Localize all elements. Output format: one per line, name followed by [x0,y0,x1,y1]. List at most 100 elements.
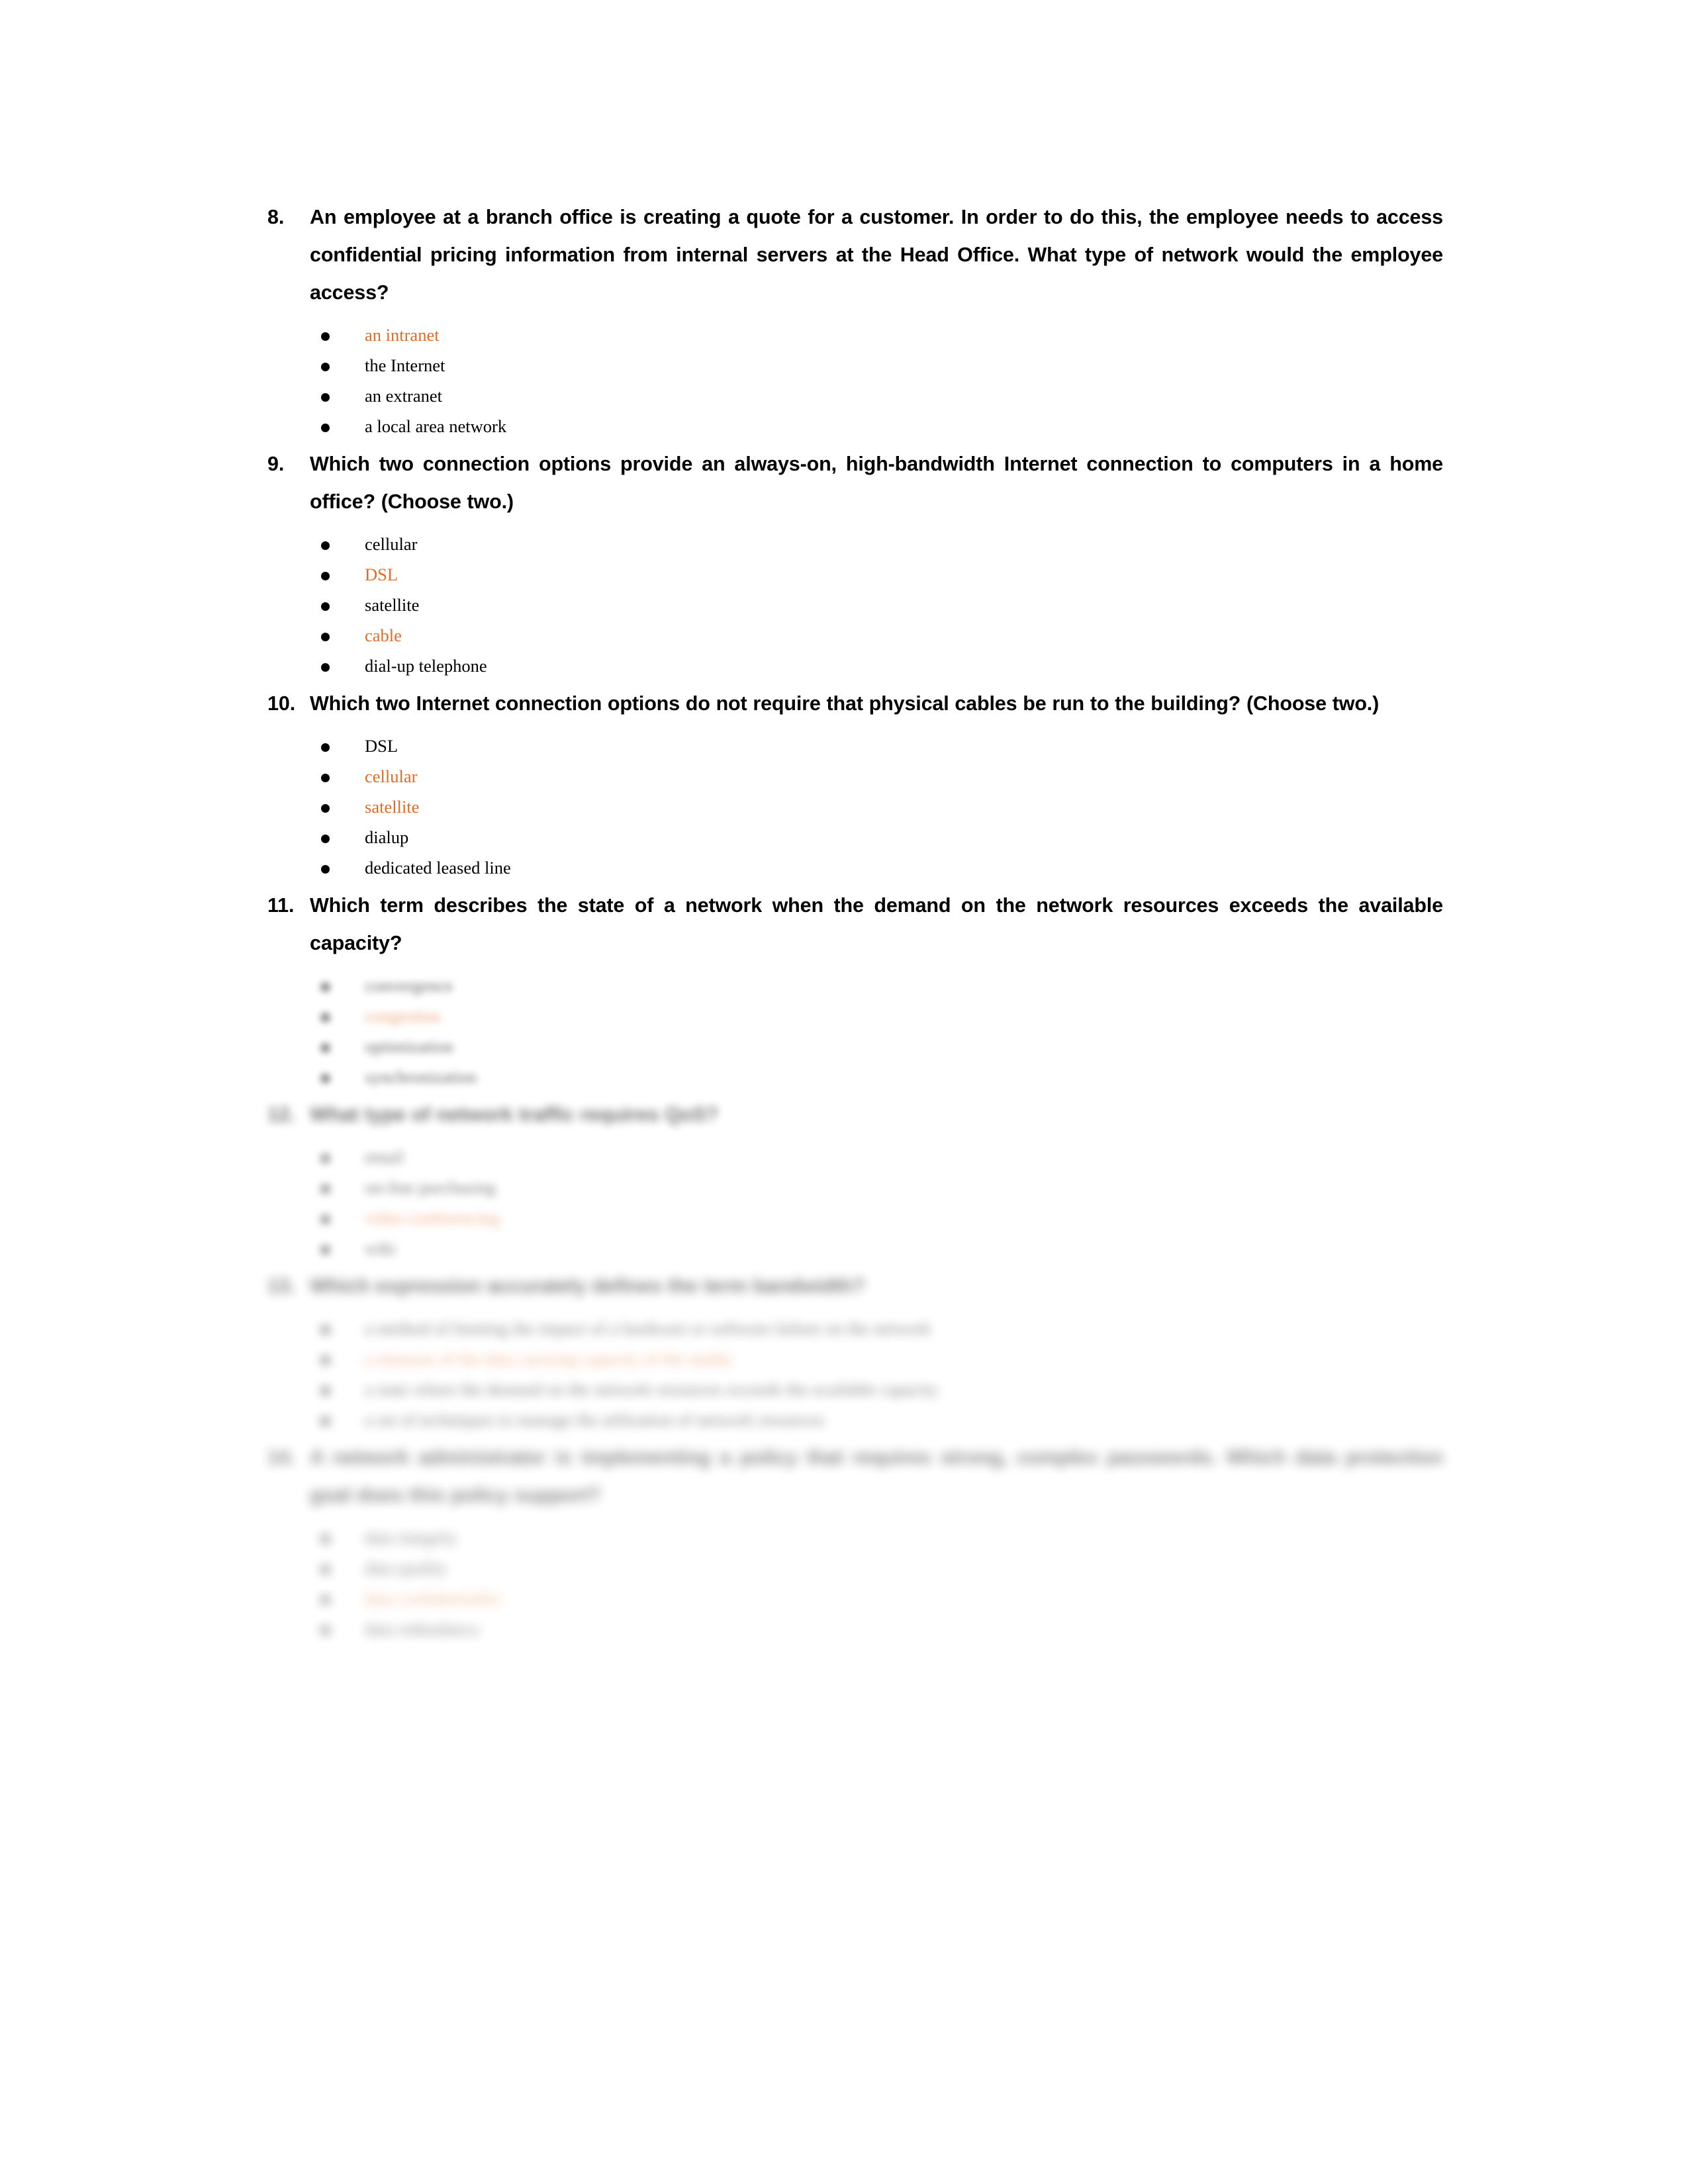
answer-option[interactable]: a set of techniques to manage the utiliz… [258,1404,1443,1435]
answer-option[interactable]: satellite [258,590,1443,620]
question-text: Which two Internet connection options do… [310,692,1380,715]
question-text: Which expression accurately defines the … [310,1275,865,1297]
question-number: 11. [267,894,295,917]
answer-option[interactable]: convergence [258,970,1443,1001]
bullet-dot-icon [321,1625,330,1635]
answer-option[interactable]: dialup [258,822,1443,852]
answer-option-label: DSL [365,736,399,756]
bullet-icon [258,1031,365,1062]
answer-option[interactable]: an intranet [258,320,1443,350]
answer-option[interactable]: data redundancy [258,1614,1443,1644]
answer-option-label-correct: video conferencing [365,1208,500,1228]
answer-option-label-correct: satellite [365,797,420,817]
answer-option[interactable]: DSL [258,731,1443,761]
question-block: 11. Which term describes the state of a n… [258,887,1443,1092]
answer-option[interactable]: DSL [258,559,1443,590]
bullet-dot-icon [321,1245,330,1254]
bullet-dot-icon [321,1595,330,1604]
answer-option[interactable]: email [258,1142,1443,1172]
answer-options: an intranet the Internet an extranet a loca… [258,320,1443,441]
answer-option[interactable]: a state where the demand on the network … [258,1374,1443,1404]
bullet-dot-icon [321,1416,330,1426]
answer-option-label-correct: a measure of the data carrying capacity … [365,1349,732,1369]
quiz-content: 8. An employee at a branch office is crea… [258,199,1443,1648]
answer-option-label: a set of techniques to manage the utiliz… [365,1410,825,1430]
question-number: 14. [267,1446,296,1469]
answer-option-label: convergence [365,976,453,995]
bullet-icon [258,1522,365,1553]
bullet-icon [258,1553,365,1583]
answer-option-label: data redundancy [365,1619,481,1639]
answer-option[interactable]: data quality [258,1553,1443,1583]
question-row: 8. An employee at a branch office is crea… [258,199,1443,312]
question-number: 8. [267,206,285,228]
bullet-icon [258,1313,365,1343]
answer-option[interactable]: the Internet [258,350,1443,381]
bullet-dot-icon [321,1386,330,1395]
question-row: 10. Which two Internet connection options… [258,685,1443,723]
answer-option[interactable]: satellite [258,792,1443,822]
bullet-icon [258,529,365,559]
answer-option[interactable]: dedicated leased line [258,852,1443,883]
question-text: Which two connection options provide an … [310,453,1443,513]
answer-option-label: the Internet [365,355,445,375]
bullet-dot-icon [321,773,330,782]
question-text: A network administrator is implementing … [310,1446,1443,1506]
answer-option[interactable]: cellular [258,529,1443,559]
answer-option-label-correct: data confidentiality [365,1588,501,1608]
answer-option[interactable]: cellular [258,761,1443,792]
bullet-icon [258,1583,365,1614]
answer-option-label: a local area network [365,416,507,436]
bullet-dot-icon [321,1043,330,1052]
bullet-dot-icon [321,982,330,991]
question-number: 12. [267,1103,296,1126]
answer-option[interactable]: a measure of the data carrying capacity … [258,1343,1443,1374]
answer-options: email on-line purchasing video conferencin… [258,1142,1443,1263]
question-row: 12. What type of network traffic requires… [258,1096,1443,1134]
bullet-icon [258,381,365,411]
bullet-icon [258,559,365,590]
answer-option[interactable]: synchronization [258,1062,1443,1092]
answer-options: convergence congestion optimization synchro… [258,970,1443,1092]
answer-option[interactable]: wiki [258,1233,1443,1263]
bullet-dot-icon [321,1214,330,1224]
bullet-icon [258,970,365,1001]
bullet-icon [258,1001,365,1031]
bullet-dot-icon [321,632,330,641]
answer-option[interactable]: data integrity [258,1522,1443,1553]
answer-option[interactable]: cable [258,620,1443,651]
bullet-icon [258,620,365,651]
bullet-icon [258,1233,365,1263]
answer-option[interactable]: an extranet [258,381,1443,411]
bullet-dot-icon [321,1534,330,1543]
bullet-icon [258,1172,365,1203]
bullet-dot-icon [321,743,330,752]
bullet-icon [258,590,365,620]
question-row: 9. Which two connection options provide a… [258,445,1443,521]
bullet-dot-icon [321,362,330,371]
answer-option[interactable]: dial-up telephone [258,651,1443,681]
bullet-dot-icon [321,864,330,874]
bullet-dot-icon [321,803,330,813]
answer-option[interactable]: optimization [258,1031,1443,1062]
answer-option-label-correct: cellular [365,766,418,786]
bullet-icon [258,1062,365,1092]
question-block: 13. Which expression accurately defines t… [258,1267,1443,1435]
bullet-dot-icon [321,662,330,672]
bullet-dot-icon [321,602,330,611]
answer-option[interactable]: data confidentiality [258,1583,1443,1614]
answer-option[interactable]: video conferencing [258,1203,1443,1233]
answer-option-label: data quality [365,1558,447,1578]
answer-option-label-correct: DSL [365,565,399,584]
answer-option[interactable]: on-line purchasing [258,1172,1443,1203]
bullet-dot-icon [321,332,330,341]
question-block: 8. An employee at a branch office is crea… [258,199,1443,441]
bullet-icon [258,1142,365,1172]
question-text: What type of network traffic requires Qo… [310,1103,718,1126]
answer-option[interactable]: congestion [258,1001,1443,1031]
bullet-dot-icon [321,423,330,432]
answer-option[interactable]: a local area network [258,411,1443,441]
answer-option-label: satellite [365,595,420,615]
question-block: 9. Which two connection options provide a… [258,445,1443,681]
answer-option[interactable]: a method of limiting the impact of a har… [258,1313,1443,1343]
